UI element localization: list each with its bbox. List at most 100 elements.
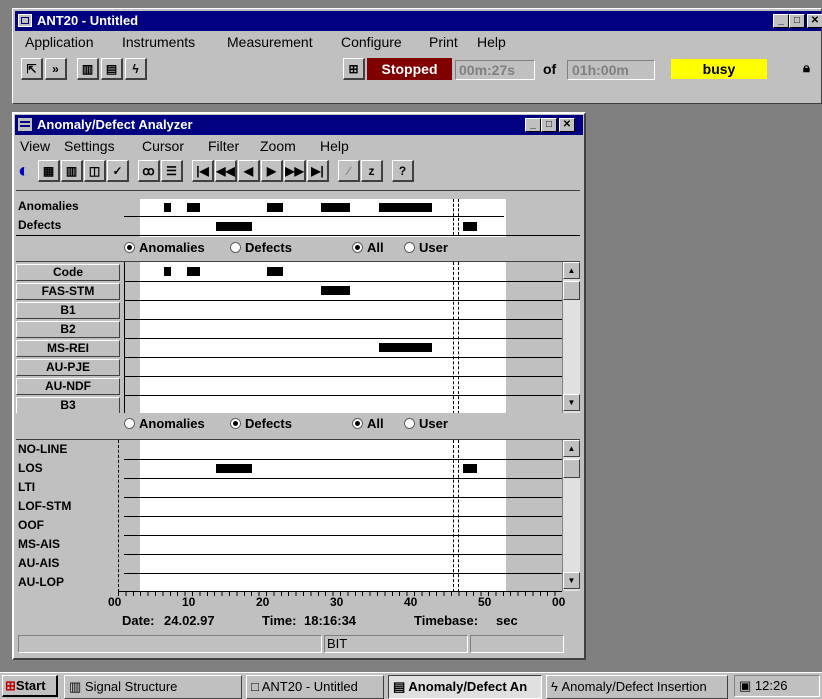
fast-forward-icon[interactable]: ▶▶ (284, 160, 306, 182)
scroll-down-icon[interactable]: ▼ (563, 572, 580, 589)
menu-measurement[interactable]: Measurement (227, 32, 313, 52)
status-cell-1 (18, 635, 322, 653)
anomaly-filter-bar: Anomalies Defects All User (16, 239, 580, 259)
forward-icon[interactable]: ▶ (261, 160, 283, 182)
axis-tick-60: 00 (552, 595, 566, 609)
measurement-duration: 01h:00m (567, 60, 655, 80)
menu-help[interactable]: Help (477, 32, 506, 52)
overview-defect-marker (463, 222, 477, 231)
menu-configure[interactable]: Configure (341, 32, 402, 52)
first-icon[interactable]: |◀ (192, 160, 214, 182)
ant20-toolbar: ⇱ » ▥ ▤ ϟ ⊞ Stopped 00m:27s of 01h:00m b… (13, 58, 821, 84)
start-button[interactable]: ⊞Start (2, 675, 58, 697)
ok-filter-icon[interactable]: ✓ (107, 160, 129, 182)
maximize-button[interactable]: □ (789, 14, 805, 28)
scroll-up-icon[interactable]: ▲ (563, 440, 580, 457)
analyzer-maximize-button[interactable]: □ (541, 118, 557, 132)
clock: 12:26 (754, 678, 788, 693)
menu-instruments[interactable]: Instruments (122, 32, 195, 52)
overview-icon[interactable]: ▦ (38, 160, 60, 182)
menu-view[interactable]: View (20, 136, 50, 156)
scroll-thumb[interactable] (563, 459, 580, 478)
expand-icon[interactable]: » (45, 58, 67, 80)
menu-print[interactable]: Print (429, 32, 458, 52)
task-anomaly-defect-analyzer[interactable]: ▤ Anomaly/Defect An (388, 675, 542, 699)
defect-label-ms-ais: MS-AIS (18, 537, 60, 551)
analyzer-minimize-button[interactable]: _ (525, 118, 541, 132)
analyzer-menu-bar: View Settings Cursor Filter Zoom Help (14, 136, 584, 158)
axis-tick-30: 30 (330, 595, 344, 609)
busy-indicator: busy (671, 59, 767, 79)
last-icon[interactable]: ▶| (307, 160, 329, 182)
signal-structure-task-icon: ▥ (69, 679, 85, 694)
close-button[interactable]: ✕ (807, 14, 822, 28)
ant20-title-bar[interactable]: ANT20 - Untitled _ □ ✕ (15, 11, 822, 31)
task-signal-structure[interactable]: ▥ Signal Structure (64, 675, 242, 699)
defect-scrollbar[interactable]: ▲ ▼ (562, 440, 580, 591)
radio-anomalies-1[interactable]: Anomalies (124, 239, 205, 257)
analyzer-close-button[interactable]: ✕ (559, 118, 575, 132)
overview-anomaly-marker (164, 203, 171, 212)
menu-help-analyzer[interactable]: Help (320, 136, 349, 156)
system-tray: ▣ 12:26 (734, 675, 820, 697)
zoom-out-icon[interactable]: ∕ (338, 160, 360, 182)
anomaly-scrollbar[interactable]: ▲ ▼ (562, 262, 580, 413)
application-manager-icon[interactable]: ⇱ (21, 58, 43, 80)
scroll-thumb[interactable] (563, 281, 580, 300)
fast-back-icon[interactable]: ◀◀ (215, 160, 237, 182)
anomaly-button-fas-stm[interactable]: FAS-STM (16, 283, 120, 300)
anomaly-button-ms-rei[interactable]: MS-REI (16, 340, 120, 357)
menu-list-icon[interactable]: ☰ (161, 160, 183, 182)
anomaly-button-au-ndf[interactable]: AU-NDF (16, 378, 120, 395)
network-icon[interactable]: ▣ (739, 678, 751, 693)
split-view-icon[interactable]: ◫ (84, 160, 106, 182)
insertion-task-icon: ϟ (551, 679, 562, 694)
taskbar: ⊞Start ▥ Signal Structure □ ANT20 - Unti… (0, 672, 822, 699)
menu-zoom[interactable]: Zoom (260, 136, 296, 156)
zoom-z-button[interactable]: z (361, 160, 383, 182)
analyzer-title-bar[interactable]: Anomaly/Defect Analyzer _ □ ✕ (15, 115, 583, 135)
ant20-menu-bar: Application Instruments Measurement Conf… (13, 32, 821, 54)
binoculars-icon[interactable]: ꝏ (138, 160, 160, 182)
anomaly-button-b3[interactable]: B3 (16, 397, 120, 413)
menu-filter[interactable]: Filter (208, 136, 239, 156)
anomaly-button-code[interactable]: Code (16, 264, 120, 281)
anomaly-button-b1[interactable]: B1 (16, 302, 120, 319)
menu-application[interactable]: Application (25, 32, 94, 52)
insertion-icon[interactable]: ϟ (125, 58, 147, 80)
help-question-icon[interactable]: ? (392, 160, 414, 182)
anomaly-event (164, 267, 171, 276)
back-icon[interactable]: ◀ (238, 160, 260, 182)
anomaly-button-au-pje[interactable]: AU-PJE (16, 359, 120, 376)
elapsed-time: 00m:27s (455, 60, 535, 80)
anomaly-event (321, 286, 350, 295)
overview-label-defects: Defects (18, 218, 62, 232)
radio-user-2[interactable]: User (404, 415, 448, 433)
status-cell-bit: BIT (324, 635, 468, 653)
menu-cursor[interactable]: Cursor (142, 136, 184, 156)
analyzer-toolbar: ◐ ▦ ▥ ◫ ✓ ꝏ ☰ |◀ ◀◀ ◀ ▶ ▶▶ ▶| ∕ z ? (14, 160, 584, 188)
minimize-button[interactable]: _ (773, 14, 789, 28)
ant20-task-icon: □ (251, 679, 262, 694)
radio-anomalies-2[interactable]: Anomalies (124, 415, 205, 433)
overview-anomaly-marker (267, 203, 283, 212)
signal-structure-icon[interactable]: ▥ (77, 58, 99, 80)
radio-all-2[interactable]: All (352, 415, 384, 433)
start-stop-icon[interactable]: ⊞ (343, 58, 365, 80)
menu-settings[interactable]: Settings (64, 136, 115, 156)
radio-defects-2[interactable]: Defects (230, 415, 292, 433)
radio-defects-1[interactable]: Defects (230, 239, 292, 257)
table-icon[interactable]: ▥ (61, 160, 83, 182)
task-anomaly-defect-insertion[interactable]: ϟ Anomaly/Defect Insertion (546, 675, 728, 699)
scroll-down-icon[interactable]: ▼ (563, 394, 580, 411)
of-label: of (543, 61, 557, 77)
status-cell-3 (470, 635, 564, 653)
anomaly-button-b2[interactable]: B2 (16, 321, 120, 338)
overview-anomaly-marker (379, 203, 432, 212)
task-ant20[interactable]: □ ANT20 - Untitled (246, 675, 384, 699)
radio-user-1[interactable]: User (404, 239, 448, 257)
analyzer-icon[interactable]: ▤ (101, 58, 123, 80)
radio-all-1[interactable]: All (352, 239, 384, 257)
scroll-up-icon[interactable]: ▲ (563, 262, 580, 279)
lock-icon[interactable]: 🔒︎ (803, 60, 810, 76)
